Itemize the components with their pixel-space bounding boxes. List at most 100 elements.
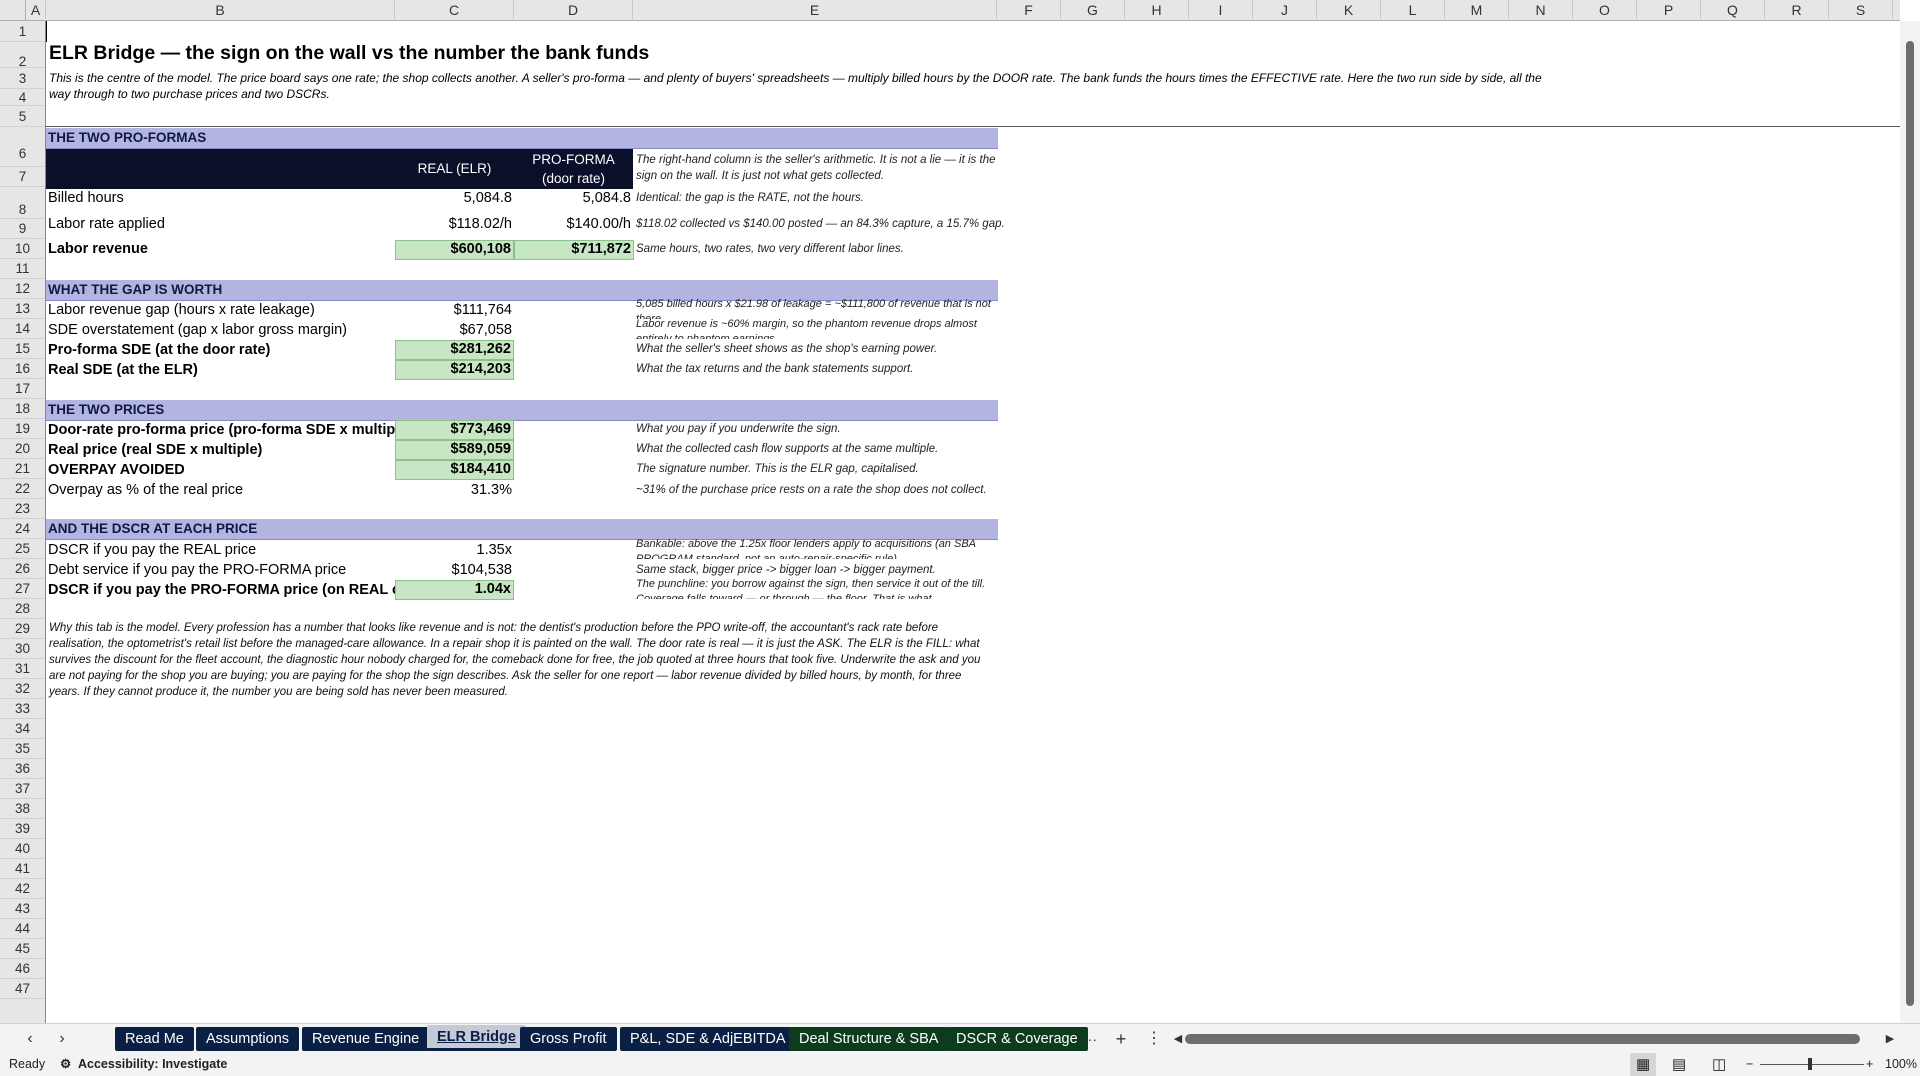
column-header[interactable]: F — [997, 0, 1061, 21]
column-header[interactable]: E — [633, 0, 997, 21]
row-header[interactable]: 7 — [0, 167, 45, 187]
row-header[interactable]: 20 — [0, 439, 45, 459]
row-header[interactable]: 1 — [0, 21, 45, 42]
row-header[interactable]: 10 — [0, 239, 45, 259]
zoom-out-icon[interactable]: − — [1746, 1053, 1753, 1076]
worksheet-grid[interactable]: ELR Bridge — the sign on the wall vs the… — [46, 21, 1900, 1023]
chevron-left-icon[interactable]: ‹ — [18, 1027, 42, 1051]
accessibility-icon[interactable]: ⚙ — [60, 1053, 71, 1076]
add-sheet-icon[interactable]: + — [1109, 1027, 1133, 1051]
column-header[interactable]: O — [1573, 0, 1637, 21]
column-header[interactable]: S — [1829, 0, 1893, 21]
row-header[interactable]: 40 — [0, 839, 45, 859]
row-header[interactable]: 18 — [0, 399, 45, 419]
row-header[interactable]: 17 — [0, 379, 45, 399]
column-header[interactable]: K — [1317, 0, 1381, 21]
column-header[interactable]: Q — [1701, 0, 1765, 21]
column-header[interactable]: L — [1381, 0, 1445, 21]
chevron-right-icon[interactable]: › — [50, 1027, 74, 1051]
row-header[interactable]: 9 — [0, 219, 45, 239]
row-header[interactable]: 35 — [0, 739, 45, 759]
column-header[interactable]: I — [1189, 0, 1253, 21]
row-header[interactable]: 24 — [0, 519, 45, 539]
value: $589,059 — [395, 440, 514, 460]
row-header[interactable]: 37 — [0, 779, 45, 799]
tab-elr-bridge[interactable]: ELR Bridge — [427, 1025, 526, 1051]
row-header[interactable]: 25 — [0, 539, 45, 559]
column-header[interactable]: P — [1637, 0, 1701, 21]
row-note: Labor revenue is ~60% margin, so the pha… — [636, 318, 977, 339]
row-header[interactable]: 31 — [0, 659, 45, 679]
tab-dscr-coverage[interactable]: DSCR & Coverage — [946, 1027, 1088, 1051]
row-header[interactable]: 11 — [0, 259, 45, 279]
row-header[interactable]: 23 — [0, 499, 45, 519]
row-header[interactable]: 36 — [0, 759, 45, 779]
scroll-right-icon[interactable]: ▶ — [1878, 1027, 1902, 1051]
column-header[interactable]: R — [1765, 0, 1829, 21]
scroll-thumb[interactable] — [1906, 41, 1914, 1006]
row-header[interactable]: 45 — [0, 939, 45, 959]
zoom-in-icon[interactable]: + — [1866, 1053, 1873, 1076]
row-header[interactable]: 26 — [0, 559, 45, 579]
select-all-corner[interactable] — [0, 0, 26, 21]
row-header[interactable]: 42 — [0, 879, 45, 899]
row-header[interactable]: 34 — [0, 719, 45, 739]
row-header[interactable]: 41 — [0, 859, 45, 879]
row-header[interactable]: 38 — [0, 799, 45, 819]
row-header[interactable]: 12 — [0, 279, 45, 299]
row-header[interactable]: 14 — [0, 319, 45, 339]
row-header[interactable]: 13 — [0, 299, 45, 319]
row-header[interactable]: 3 — [0, 68, 45, 89]
tab-menu-icon[interactable]: ⋮ — [1142, 1027, 1166, 1051]
row-header[interactable]: 28 — [0, 599, 45, 619]
row-header[interactable]: 43 — [0, 899, 45, 919]
row-header[interactable]: 16 — [0, 359, 45, 379]
column-header[interactable]: B — [46, 0, 395, 21]
vertical-scrollbar[interactable] — [1900, 21, 1920, 1023]
row-header[interactable]: 5 — [0, 106, 45, 127]
row-header[interactable]: 22 — [0, 479, 45, 499]
column-header[interactable]: A — [26, 0, 46, 21]
selected-cell[interactable] — [46, 21, 47, 42]
row-header[interactable]: 47 — [0, 979, 45, 999]
column-header[interactable]: H — [1125, 0, 1189, 21]
row-header[interactable]: 8 — [0, 187, 45, 219]
tab-revenue-engine[interactable]: Revenue Engine — [302, 1027, 430, 1051]
column-header[interactable]: N — [1509, 0, 1573, 21]
row-header[interactable]: 33 — [0, 699, 45, 719]
tab-deal-structure[interactable]: Deal Structure & SBA — [789, 1027, 949, 1051]
page-layout-icon[interactable]: ▤ — [1672, 1053, 1686, 1076]
row-header[interactable]: 30 — [0, 639, 45, 659]
column-header[interactable]: M — [1445, 0, 1509, 21]
row-header[interactable]: 44 — [0, 919, 45, 939]
row-label: Labor revenue gap (hours x rate leakage) — [48, 302, 315, 318]
value-proforma: $140.00/h — [566, 216, 631, 232]
row-header[interactable]: 27 — [0, 579, 45, 599]
column-header[interactable]: C — [395, 0, 514, 21]
row-header[interactable]: 21 — [0, 459, 45, 479]
row-header[interactable]: 15 — [0, 339, 45, 359]
row-header[interactable]: 6 — [0, 127, 45, 167]
zoom-slider[interactable] — [1760, 1064, 1864, 1065]
row-header[interactable]: 4 — [0, 89, 45, 106]
row-header[interactable]: 29 — [0, 619, 45, 639]
horizontal-scroll-thumb[interactable] — [1185, 1034, 1860, 1044]
row-header[interactable]: 39 — [0, 819, 45, 839]
column-header[interactable]: J — [1253, 0, 1317, 21]
row-header[interactable]: 2 — [0, 42, 45, 69]
more-tabs-icon[interactable]: ··· — [1078, 1027, 1102, 1051]
row-header[interactable]: 32 — [0, 679, 45, 699]
page-break-icon[interactable]: ◫ — [1712, 1053, 1726, 1076]
column-header[interactable]: G — [1061, 0, 1125, 21]
row-header[interactable]: 46 — [0, 959, 45, 979]
row-header[interactable]: 19 — [0, 419, 45, 439]
normal-view-icon[interactable]: ▦ — [1630, 1053, 1657, 1076]
tab-read-me[interactable]: Read Me — [115, 1027, 194, 1051]
zoom-level[interactable]: 100% — [1885, 1053, 1917, 1076]
zoom-slider-handle[interactable] — [1808, 1058, 1812, 1070]
tab-gross-profit[interactable]: Gross Profit — [520, 1027, 617, 1051]
column-header[interactable]: D — [514, 0, 633, 21]
accessibility-status[interactable]: Accessibility: Investigate — [78, 1053, 227, 1076]
tab-pl-sde[interactable]: P&L, SDE & AdjEBITDA — [620, 1027, 796, 1051]
tab-assumptions[interactable]: Assumptions — [196, 1027, 300, 1051]
